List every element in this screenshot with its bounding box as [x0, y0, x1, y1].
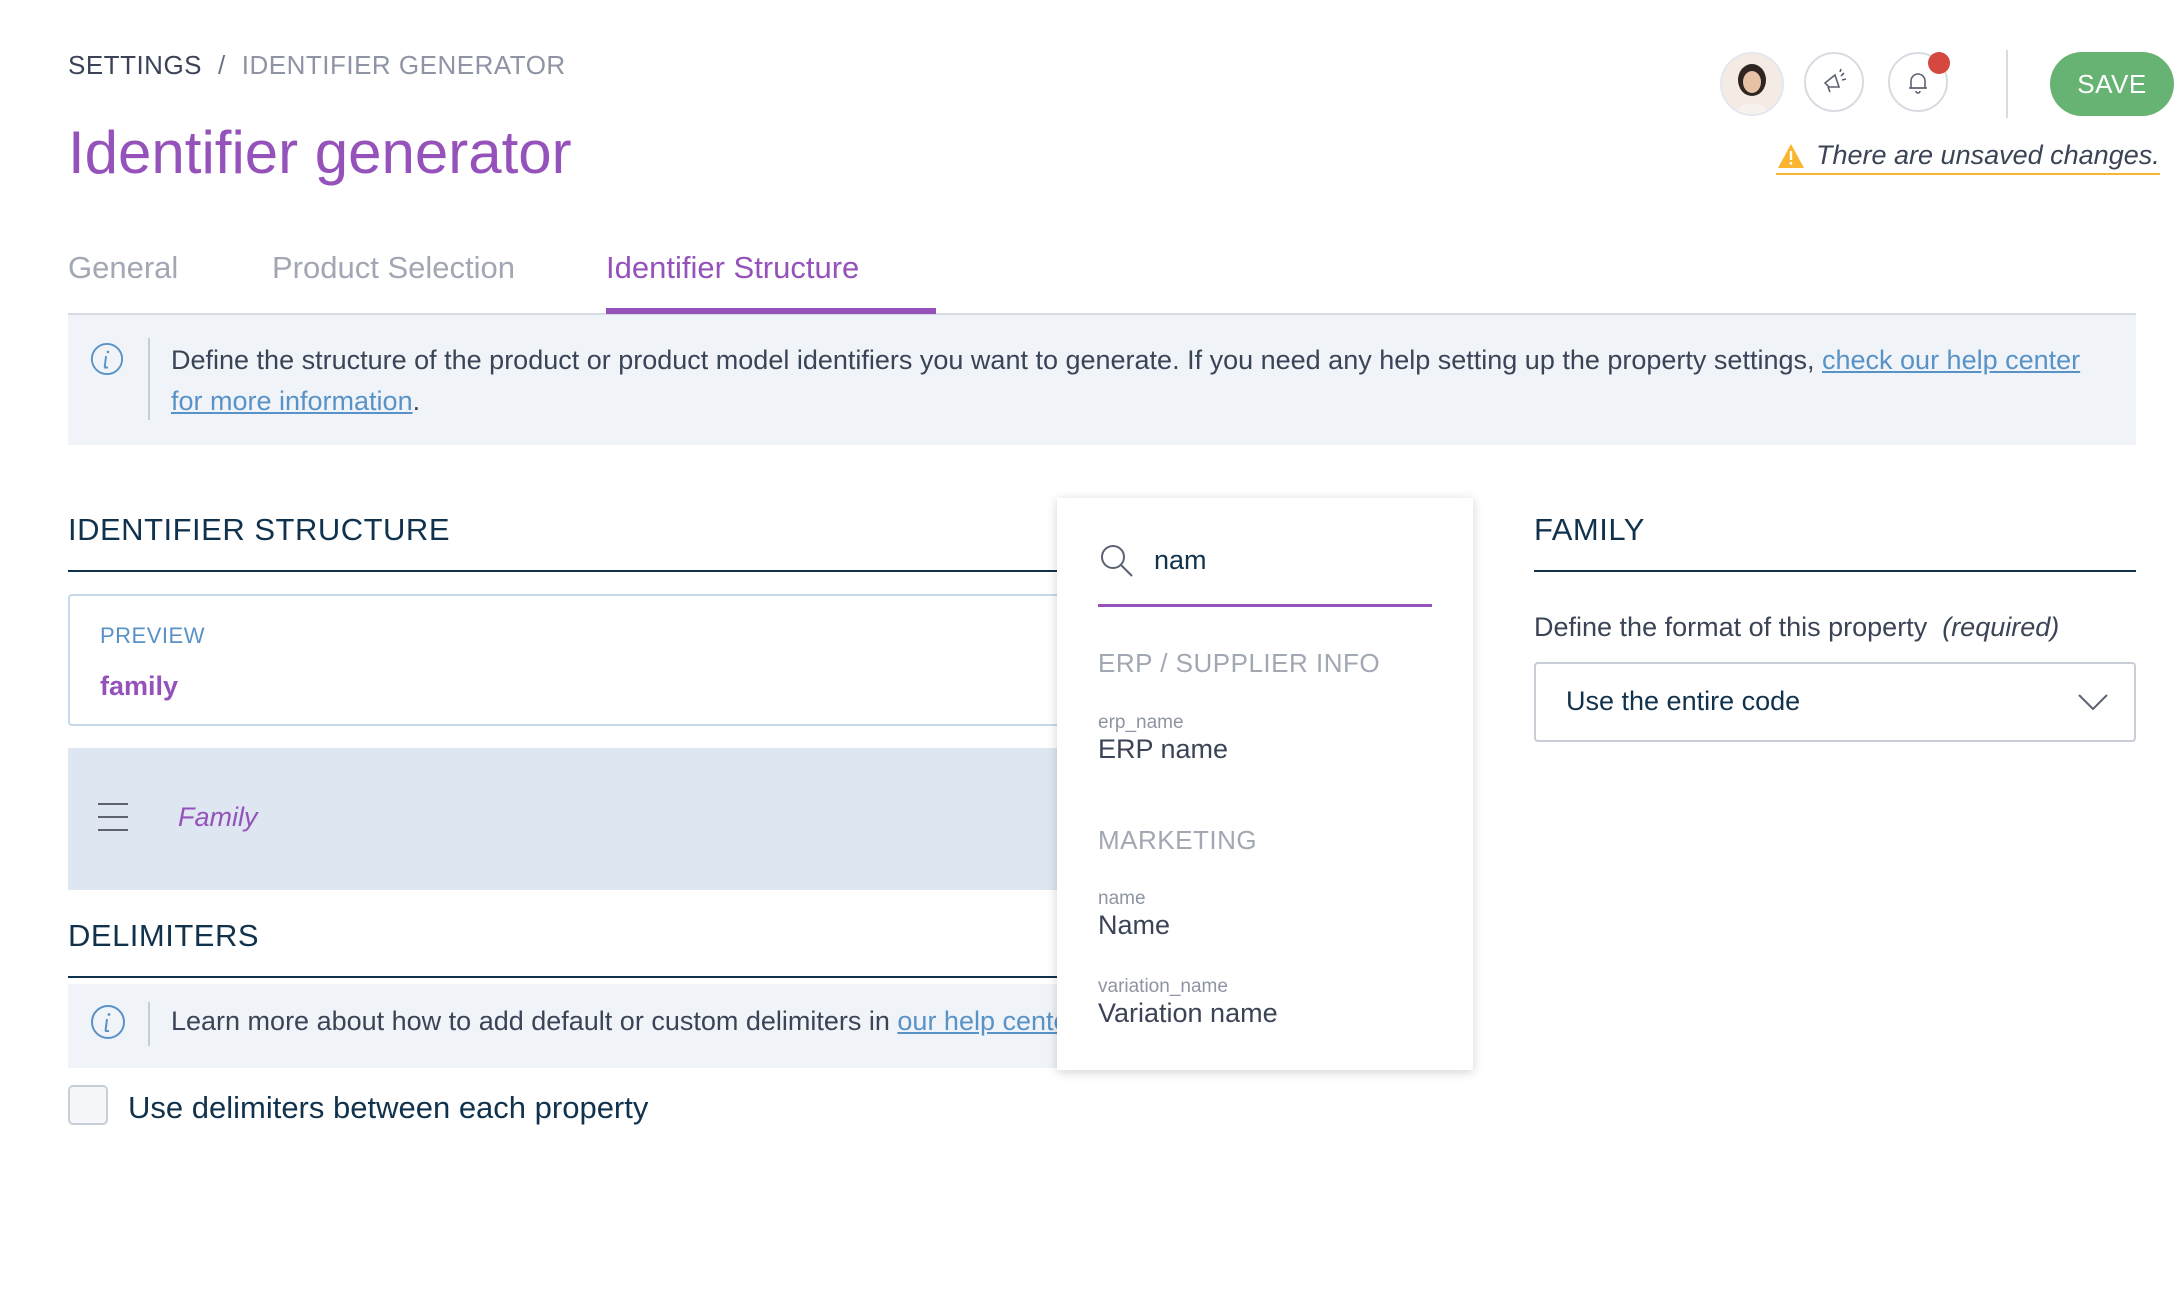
group-marketing: MARKETING: [1098, 825, 1258, 855]
save-button[interactable]: SAVE: [2050, 52, 2174, 116]
option-label: Name: [1098, 910, 1171, 940]
preview-value: family: [100, 671, 179, 701]
delimiters-info-icon: [90, 1004, 126, 1045]
family-panel-divider: [1534, 570, 2136, 572]
tab-product-selection[interactable]: Product Selection: [272, 250, 515, 286]
delimiters-info-text: Learn more about how to add default or c…: [171, 1006, 1084, 1037]
option-code: variation_name: [1098, 976, 1228, 997]
option-erp-name[interactable]: erp_name ERP name: [1098, 712, 1228, 765]
search-input-underline: [1098, 604, 1432, 607]
format-label: Define the format of this property (requ…: [1534, 612, 2059, 643]
warning-icon: [1778, 143, 1804, 168]
option-variation-name[interactable]: variation_name Variation name: [1098, 976, 1278, 1029]
megaphone-icon: [1823, 68, 1847, 93]
user-avatar[interactable]: [1720, 52, 1784, 116]
unsaved-changes-notice: There are unsaved changes.: [1776, 140, 2160, 175]
delimiters-info-message: Learn more about how to add default or c…: [171, 1006, 890, 1036]
identifier-structure-title: IDENTIFIER STRUCTURE: [68, 512, 450, 547]
delimiters-checkbox[interactable]: [68, 1085, 108, 1125]
page-title: Identifier generator: [68, 119, 572, 186]
breadcrumb-separator: /: [218, 50, 226, 80]
bell-icon: [1909, 73, 1927, 94]
required-label: (required): [1942, 612, 2060, 642]
info-text: Define the structure of the product or p…: [171, 345, 2081, 416]
search-icon: [1098, 542, 1136, 585]
chevron-down-icon[interactable]: [2076, 686, 2110, 721]
group-erp-supplier-info: ERP / SUPPLIER INFO: [1098, 648, 1381, 678]
delimiters-help-link[interactable]: our help center: [897, 1006, 1076, 1036]
format-select-value: Use the entire code: [1566, 686, 1801, 716]
drag-handle-icon[interactable]: [98, 803, 128, 842]
preview-box: [68, 594, 1108, 726]
option-code: erp_name: [1098, 712, 1184, 733]
format-label-text: Define the format of this property: [1534, 612, 1928, 642]
breadcrumb: SETTINGS / IDENTIFIER GENERATOR: [68, 50, 566, 81]
breadcrumb-settings[interactable]: SETTINGS: [68, 50, 202, 80]
option-code: name: [1098, 888, 1146, 909]
structure-row-label: Family: [178, 802, 258, 832]
header-divider: [2006, 50, 2008, 118]
unsaved-changes-text: There are unsaved changes.: [1816, 140, 2160, 170]
option-name[interactable]: name Name: [1098, 888, 1170, 941]
delimiters-info-separator: [148, 1002, 150, 1046]
option-label: Variation name: [1098, 998, 1278, 1028]
identifier-structure-divider: [68, 570, 1108, 572]
announcements-button[interactable]: [1804, 52, 1864, 112]
info-separator: [148, 338, 150, 420]
breadcrumb-current: IDENTIFIER GENERATOR: [241, 50, 566, 80]
option-label: ERP name: [1098, 734, 1229, 764]
search-input[interactable]: nam: [1154, 545, 1207, 576]
notification-badge: [1928, 52, 1950, 74]
delimiters-title: DELIMITERS: [68, 918, 260, 953]
tab-general[interactable]: General: [68, 250, 178, 286]
delimiters-checkbox-label[interactable]: Use delimiters between each property: [128, 1090, 648, 1126]
info-message: Define the structure of the product or p…: [171, 345, 1815, 375]
info-icon: [90, 342, 124, 381]
active-tab-indicator: [606, 308, 936, 314]
tab-identifier-structure[interactable]: Identifier Structure: [606, 250, 859, 286]
family-panel-title: FAMILY: [1534, 512, 1645, 547]
preview-label: PREVIEW: [100, 623, 205, 648]
delimiters-divider: [68, 976, 1108, 978]
